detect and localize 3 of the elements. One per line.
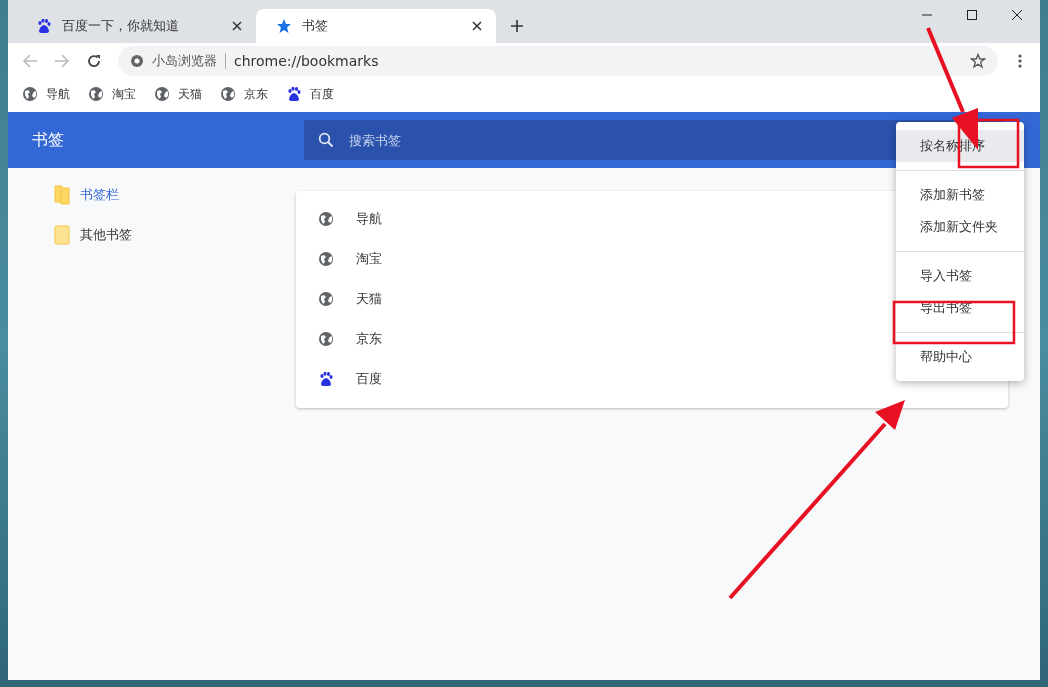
page-title: 书签 — [31, 129, 65, 151]
site-label: 小岛浏览器 — [152, 51, 217, 70]
url-text: chrome://bookmarks — [234, 52, 379, 69]
